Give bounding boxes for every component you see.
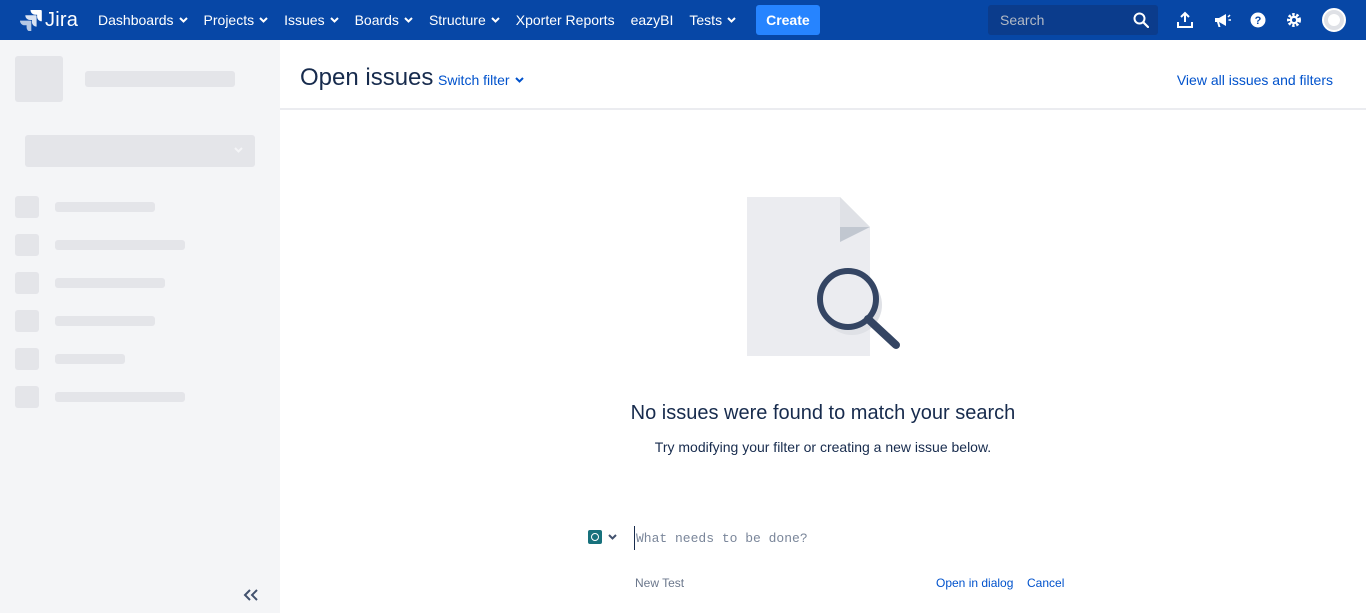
- test-issue-type-icon: [588, 530, 602, 544]
- view-all-issues-link[interactable]: View all issues and filters: [1177, 72, 1333, 88]
- gear-icon[interactable]: [1284, 10, 1304, 30]
- empty-state-title: No issues were found to match your searc…: [630, 402, 1016, 424]
- page-title: Open issues: [300, 64, 434, 91]
- chevron-down-icon: [727, 17, 736, 23]
- nav-xporter-reports[interactable]: Xporter Reports: [508, 0, 623, 40]
- issue-summary-input[interactable]: [634, 526, 1076, 550]
- jira-logo[interactable]: Jira: [20, 9, 78, 32]
- page-header: Open issues Switch filter View all issue…: [280, 40, 1366, 110]
- skeleton-nav-label: [55, 202, 155, 212]
- top-navigation: Jira Dashboards Projects Issues Boards S…: [0, 0, 1366, 40]
- nav-dashboards[interactable]: Dashboards: [90, 0, 196, 40]
- skeleton-nav-icon: [15, 234, 39, 256]
- skeleton-nav-label: [55, 392, 185, 402]
- chevron-down-icon: [259, 17, 268, 23]
- main-content: Open issues Switch filter View all issue…: [280, 40, 1366, 613]
- nav-tests-label: Tests: [689, 12, 723, 28]
- jira-logo-icon: [20, 10, 42, 31]
- skeleton-nav-label: [55, 354, 125, 364]
- jira-logo-text: Jira: [45, 8, 79, 31]
- chevron-down-icon: [404, 17, 413, 23]
- svg-text:?: ?: [1255, 15, 1262, 27]
- upload-icon[interactable]: [1175, 10, 1195, 30]
- nav-boards[interactable]: Boards: [347, 0, 421, 40]
- skeleton-nav-label: [55, 278, 165, 288]
- nav-structure-label: Structure: [428, 12, 486, 28]
- chevron-down-icon: [329, 17, 339, 23]
- chevron-down-icon: [608, 534, 617, 540]
- cancel-link[interactable]: Cancel: [1027, 576, 1064, 590]
- sidebar: [0, 40, 280, 613]
- nav-xporter-reports-label: Xporter Reports: [515, 12, 615, 28]
- nav-tests[interactable]: Tests: [681, 0, 744, 40]
- switch-filter-label: Switch filter: [438, 72, 510, 88]
- nav-issues[interactable]: Issues: [276, 0, 346, 40]
- empty-search-illustration: [742, 195, 902, 365]
- skeleton-nav-icon: [15, 310, 39, 332]
- skeleton-project-name: [85, 71, 235, 87]
- nav-projects[interactable]: Projects: [196, 0, 277, 40]
- nav-projects-label: Projects: [203, 12, 255, 28]
- inline-create: [588, 526, 1088, 550]
- skeleton-nav-icon: [15, 196, 39, 218]
- help-icon[interactable]: ?: [1248, 10, 1268, 30]
- skeleton-nav-icon: [15, 272, 39, 294]
- switch-filter-button[interactable]: Switch filter: [438, 72, 524, 88]
- create-button[interactable]: Create: [756, 5, 820, 35]
- empty-state-description: Try modifying your filter or creating a …: [654, 439, 992, 455]
- chevron-down-icon: [178, 17, 188, 23]
- skeleton-nav-label: [55, 316, 155, 326]
- skeleton-project-avatar: [15, 56, 63, 102]
- nav-boards-label: Boards: [354, 12, 399, 28]
- double-chevron-left-icon: [243, 589, 258, 601]
- nav-dashboards-label: Dashboards: [98, 12, 174, 28]
- issue-type-label: New Test: [635, 576, 685, 590]
- avatar[interactable]: [1322, 8, 1346, 32]
- collapse-sidebar-button[interactable]: [240, 584, 262, 606]
- search-icon[interactable]: [1133, 12, 1150, 33]
- nav-eazybi-label: eazyBI: [630, 12, 674, 28]
- skeleton-nav-label: [55, 240, 185, 250]
- skeleton-nav-icon: [15, 348, 39, 370]
- chevron-down-icon: [514, 77, 524, 83]
- nav-eazybi[interactable]: eazyBI: [623, 0, 682, 40]
- nav-issues-label: Issues: [284, 12, 325, 28]
- chevron-down-icon: [234, 147, 243, 153]
- skeleton-dropdown: [25, 135, 255, 167]
- nav-structure[interactable]: Structure: [421, 0, 508, 40]
- open-in-dialog-link[interactable]: Open in dialog: [936, 576, 1013, 590]
- search-input[interactable]: [998, 11, 1132, 29]
- search-box[interactable]: [988, 5, 1158, 35]
- chevron-down-icon: [491, 17, 500, 23]
- megaphone-icon[interactable]: [1212, 10, 1232, 30]
- skeleton-nav-icon: [15, 386, 39, 408]
- issue-type-picker[interactable]: [588, 530, 617, 544]
- document-search-icon: [747, 197, 900, 356]
